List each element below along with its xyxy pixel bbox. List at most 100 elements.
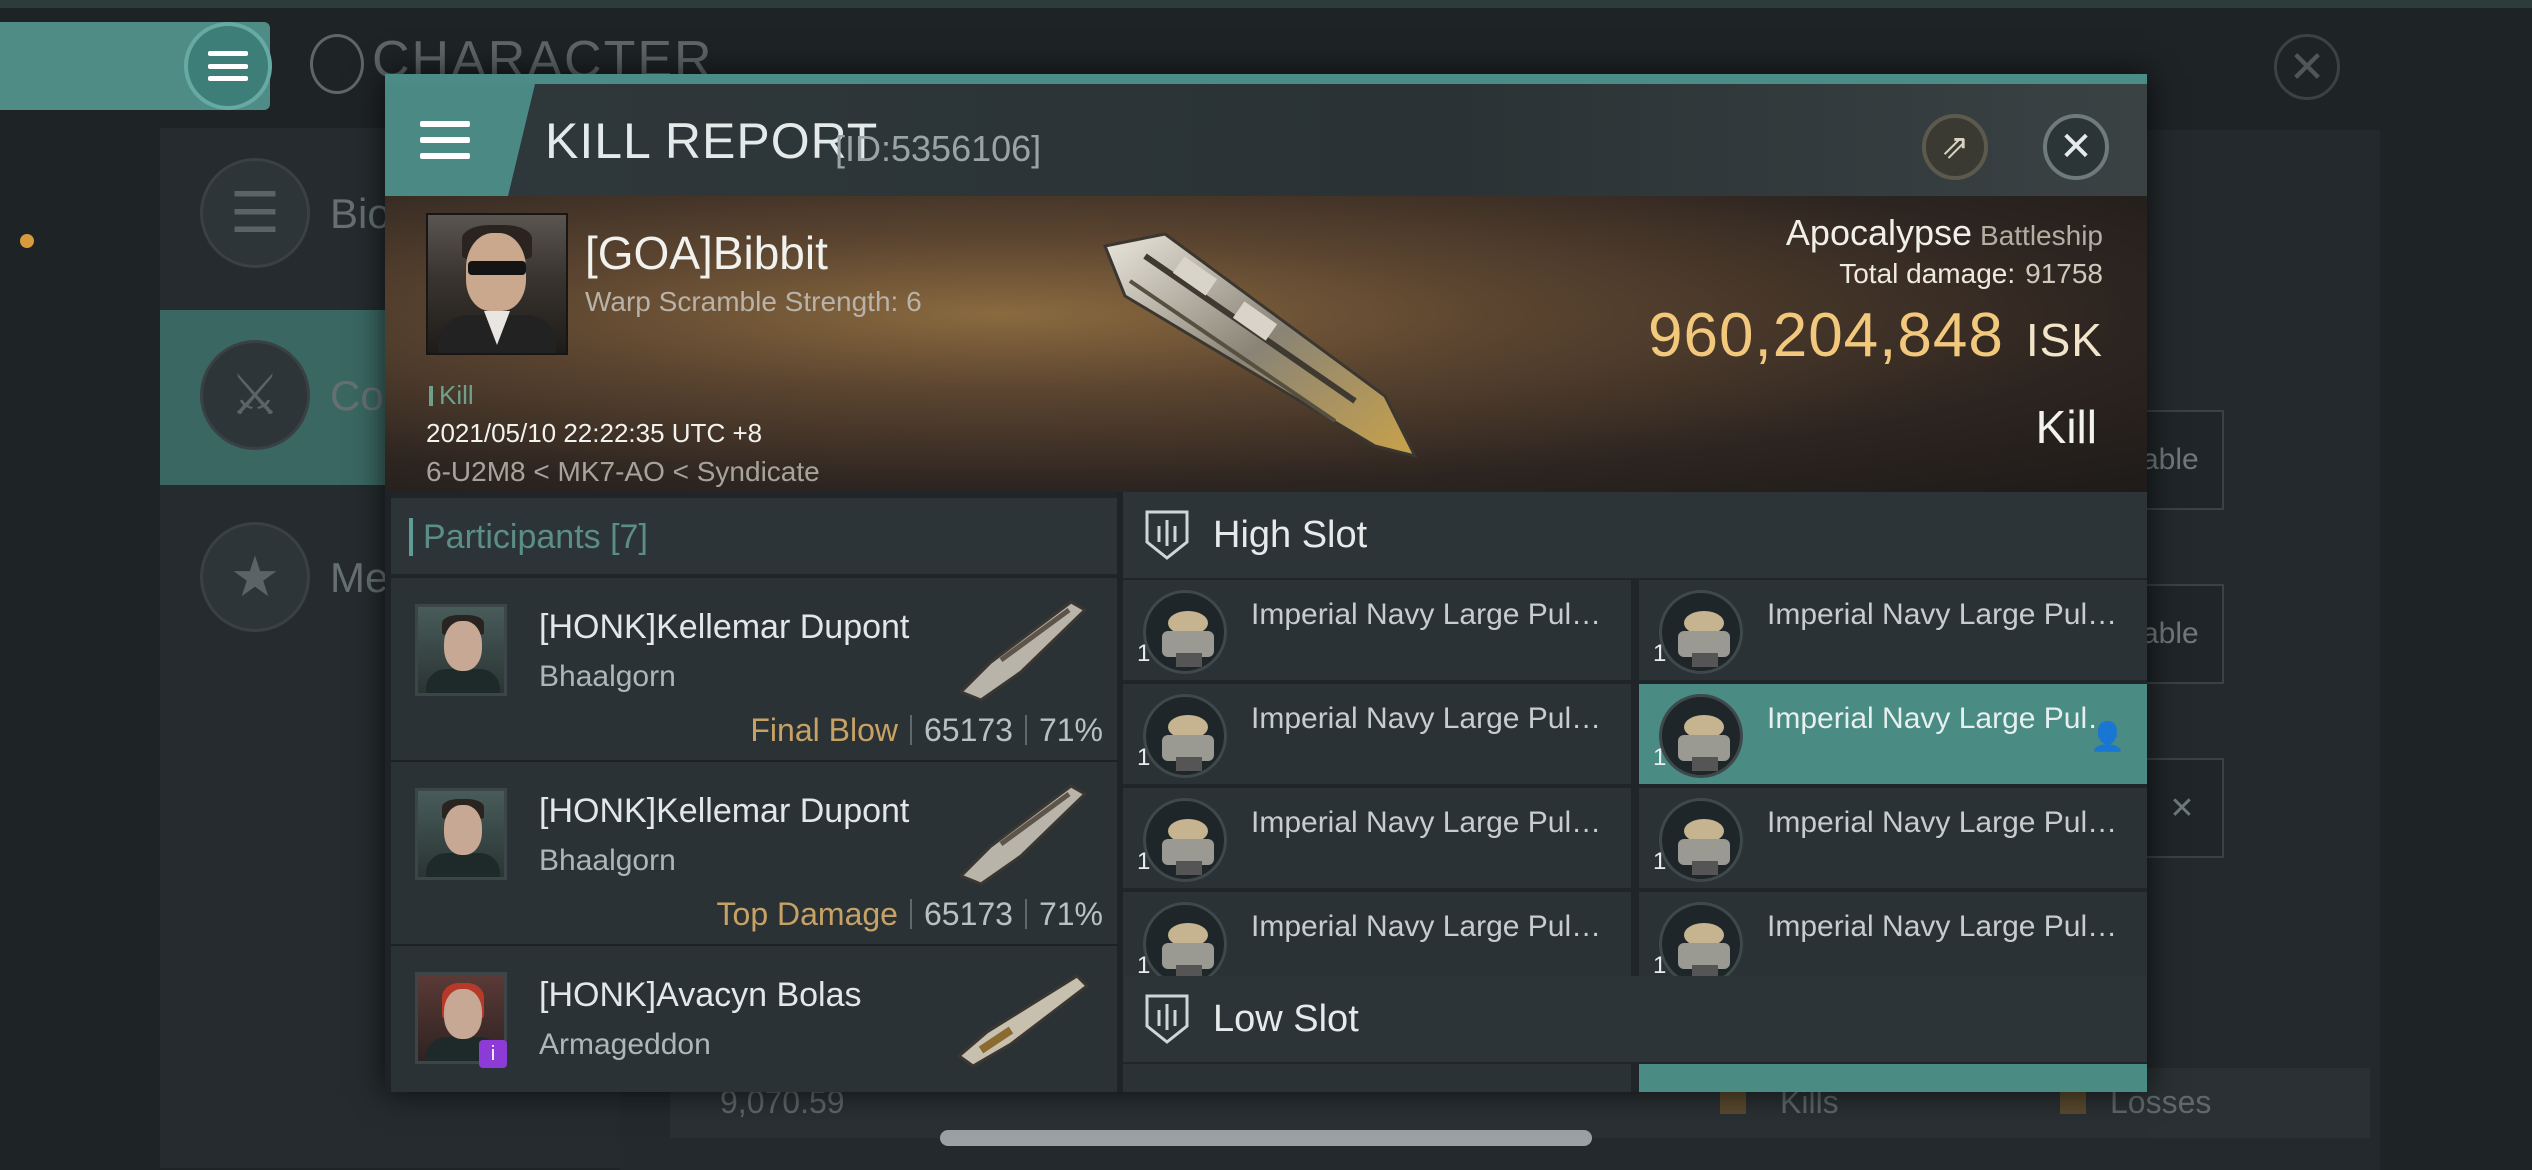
participant-row[interactable]: [HONK]Kellemar Dupont Bhaalgorn Top Dama… bbox=[391, 762, 1117, 946]
high-slot-icon bbox=[1145, 510, 1189, 560]
high-slot-header: High Slot bbox=[1123, 492, 2147, 578]
modal-accent-bar bbox=[385, 74, 2147, 84]
header-accent bbox=[409, 518, 413, 556]
high-slot-label: High Slot bbox=[1213, 514, 1368, 556]
report-id: [ID:5356106] bbox=[835, 128, 1042, 169]
kill-tag: Kill bbox=[429, 380, 474, 411]
item-name: Imperial Navy Large Pulse... bbox=[1251, 598, 1611, 631]
ship-class: Battleship bbox=[1980, 220, 2103, 251]
high-slot-item[interactable]: 1 Imperial Navy Large Pulse... 👤 bbox=[1639, 684, 2147, 784]
high-slot-item[interactable]: 1 Imperial Navy Large Pulse... ✕ bbox=[1123, 788, 1631, 888]
item-quantity: 1 bbox=[1653, 848, 1667, 875]
sidebar-item-label: Me bbox=[330, 554, 389, 601]
low-slot-icon bbox=[1145, 994, 1189, 1044]
pulse-laser-icon bbox=[1143, 694, 1227, 778]
isk-amount: 960,204,848 bbox=[1648, 301, 2004, 370]
participant-ship: Bhaalgorn bbox=[539, 660, 676, 693]
total-damage-value: 91758 bbox=[2025, 258, 2103, 289]
participants-header[interactable]: Participants [7] bbox=[391, 498, 1117, 574]
pulse-laser-icon bbox=[1659, 798, 1743, 882]
participant-name: [HONK]Avacyn Bolas bbox=[539, 976, 862, 1014]
crossed-swords-icon: ⚔ bbox=[200, 340, 310, 450]
notification-dot bbox=[20, 234, 34, 248]
pulse-laser-icon bbox=[1143, 902, 1227, 986]
background-button[interactable]: able bbox=[2140, 584, 2224, 684]
participant-tag: Top Damage bbox=[716, 896, 898, 932]
participant-percent: 71% bbox=[1038, 712, 1103, 748]
high-slot-item[interactable]: 1 Imperial Navy Large Pulse... ✕ bbox=[1639, 580, 2147, 680]
high-slot-item[interactable]: 1 Imperial Navy Large Pulse... ✕ bbox=[1123, 580, 1631, 680]
background-button-label: able bbox=[2142, 443, 2199, 476]
apocalypse-ship-image[interactable] bbox=[1085, 226, 1425, 462]
pulse-laser-icon bbox=[1143, 590, 1227, 674]
kill-report-modal: KILL REPORT [ID:5356106] ⇗ ✕ [GOA]Bibbit… bbox=[385, 74, 2147, 1092]
info-badge-icon: i bbox=[479, 1040, 507, 1068]
background-close-button[interactable]: ✕ bbox=[2274, 34, 2340, 100]
destroyed-icon: ✕ bbox=[1585, 617, 1609, 648]
item-name: Imperial Navy Large Pulse... bbox=[1767, 806, 2127, 839]
victim-portrait[interactable] bbox=[426, 213, 568, 355]
participant-row[interactable]: [HONK]Kellemar Dupont Bhaalgorn Final Bl… bbox=[391, 578, 1117, 762]
participant-damage: 65173 bbox=[923, 712, 1013, 748]
item-name: Imperial Navy Large Pulse... bbox=[1251, 910, 1611, 943]
share-button[interactable]: ⇗ bbox=[1922, 114, 1988, 180]
modal-title: KILL REPORT bbox=[545, 113, 879, 169]
victim-ship[interactable]: Apocalypse Battleship bbox=[1786, 212, 2103, 254]
background-menu-button[interactable] bbox=[184, 22, 272, 110]
participant-name: [HONK]Kellemar Dupont bbox=[539, 608, 910, 646]
vitruvian-icon bbox=[310, 34, 364, 94]
pulse-laser-icon bbox=[1659, 590, 1743, 674]
item-name: Imperial Navy Large Pulse... bbox=[1767, 702, 2127, 735]
participant-percent: 71% bbox=[1038, 896, 1103, 932]
star-badge-icon: ★ bbox=[200, 522, 310, 632]
isk-unit: ISK bbox=[2025, 314, 2103, 366]
participant-ship: Armageddon bbox=[539, 1028, 711, 1061]
participant-tag: Final Blow bbox=[750, 712, 898, 748]
sidebar-item-label: Bio bbox=[330, 190, 391, 237]
low-slot-item[interactable] bbox=[1639, 1064, 2147, 1092]
item-quantity: 1 bbox=[1137, 744, 1151, 771]
kill-tag-label: Kill bbox=[439, 380, 474, 410]
close-button[interactable]: ✕ bbox=[2043, 114, 2109, 180]
modal-menu-button[interactable] bbox=[385, 84, 535, 196]
destroyed-icon: ✕ bbox=[2101, 929, 2125, 960]
participant-stats: Final Blow 65173 71% bbox=[750, 712, 1103, 749]
background-button-label: able bbox=[2142, 617, 2199, 650]
destroyed-icon: ✕ bbox=[1585, 929, 1609, 960]
participants-panel: Participants [7] [HONK]Kellemar Dupont B… bbox=[391, 492, 1117, 1092]
participant-damage: 65173 bbox=[923, 896, 1013, 932]
menu-icon bbox=[208, 51, 248, 81]
low-slot-item[interactable] bbox=[1123, 1064, 1631, 1092]
home-indicator[interactable] bbox=[940, 1130, 1592, 1146]
close-icon: ✕ bbox=[2288, 42, 2326, 92]
item-name: Imperial Navy Large Pulse... bbox=[1767, 910, 2127, 943]
ship-name: Apocalypse bbox=[1785, 212, 1973, 253]
kill-location[interactable]: 6-U2M8 < MK7-AO < Syndicate bbox=[426, 456, 820, 488]
destroyed-icon: ✕ bbox=[1585, 721, 1609, 752]
high-slot-item[interactable]: 1 Imperial Navy Large Pulse... ✕ bbox=[1123, 684, 1631, 784]
isk-value: 960,204,848 ISK bbox=[1648, 300, 2103, 371]
modal-header: KILL REPORT [ID:5356106] ⇗ ✕ bbox=[385, 84, 2147, 196]
share-icon: ⇗ bbox=[1940, 128, 1970, 166]
participant-name: [HONK]Kellemar Dupont bbox=[539, 792, 910, 830]
victim-panel: [GOA]Bibbit Warp Scramble Strength: 6 Ki… bbox=[385, 196, 2147, 492]
participants-title: Participants [7] bbox=[423, 518, 648, 556]
item-name: Imperial Navy Large Pulse... bbox=[1767, 598, 2127, 631]
participant-row[interactable]: i [HONK]Avacyn Bolas Armageddon bbox=[391, 946, 1117, 1092]
item-quantity: 1 bbox=[1137, 848, 1151, 875]
background-tools-button[interactable]: ✕ bbox=[2140, 758, 2224, 858]
bhaalgorn-ship-image bbox=[958, 784, 1088, 886]
total-damage-label: Total damage: bbox=[1839, 258, 2016, 289]
sidebar-item-label: Co bbox=[330, 372, 384, 419]
background-button[interactable]: able bbox=[2140, 410, 2224, 510]
destroyed-icon: ✕ bbox=[1585, 825, 1609, 856]
list-icon: ☰ bbox=[200, 158, 310, 268]
destroyed-icon: ✕ bbox=[2101, 825, 2125, 856]
pulse-laser-icon bbox=[1143, 798, 1227, 882]
participant-portrait bbox=[415, 604, 507, 696]
victim-name[interactable]: [GOA]Bibbit bbox=[585, 226, 828, 280]
menu-icon bbox=[420, 121, 470, 159]
item-name: Imperial Navy Large Pulse... bbox=[1251, 702, 1611, 735]
high-slot-item[interactable]: 1 Imperial Navy Large Pulse... ✕ bbox=[1639, 788, 2147, 888]
top-status-line bbox=[0, 0, 2532, 8]
